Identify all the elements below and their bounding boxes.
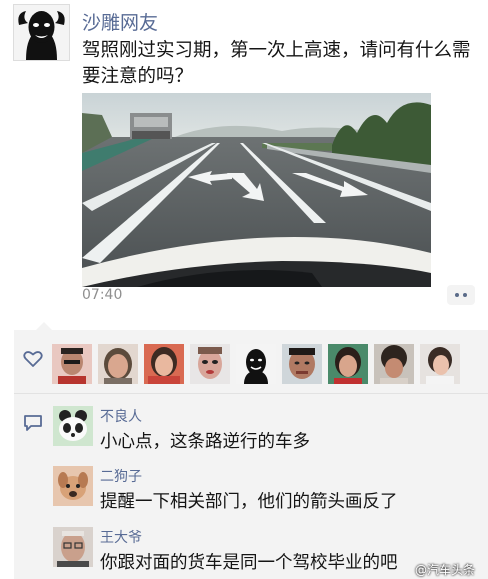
comment-bubble-icon bbox=[24, 415, 42, 431]
post-author-name[interactable]: 沙雕网友 bbox=[82, 8, 158, 35]
more-options-button[interactable] bbox=[447, 285, 475, 305]
dot-icon bbox=[463, 293, 467, 297]
post-time: 07:40 bbox=[82, 287, 123, 303]
liker-avatar[interactable] bbox=[282, 344, 322, 384]
liker-avatar[interactable] bbox=[144, 344, 184, 384]
comment-author[interactable]: 不良人 bbox=[100, 406, 142, 426]
liker-avatar[interactable] bbox=[236, 344, 276, 384]
commenter-avatar[interactable] bbox=[53, 527, 93, 567]
commenter-avatar[interactable] bbox=[53, 406, 93, 446]
liker-avatar-list bbox=[52, 344, 460, 384]
comment-text: 提醒一下相关部门，他们的箭头画反了 bbox=[100, 492, 398, 512]
post-text: 驾照刚过实习期，第一次上高速，请问有什么需要注意的吗？ bbox=[82, 40, 471, 87]
heart-outline-icon bbox=[23, 351, 43, 367]
comment-text: 你跟对面的货车是同一个驾校毕业的吧 bbox=[100, 553, 398, 573]
panel-divider bbox=[14, 393, 488, 394]
watermark: @汽车头条 bbox=[415, 563, 476, 577]
comment-text: 小心点，这条路逆行的车多 bbox=[100, 432, 310, 452]
liker-avatar[interactable] bbox=[190, 344, 230, 384]
liker-avatar[interactable] bbox=[374, 344, 414, 384]
liker-avatar[interactable] bbox=[328, 344, 368, 384]
comment-author[interactable]: 二狗子 bbox=[100, 466, 142, 486]
liker-avatar[interactable] bbox=[98, 344, 138, 384]
comment-author[interactable]: 王大爷 bbox=[100, 527, 142, 547]
post-video[interactable] bbox=[82, 93, 431, 287]
post-author-avatar[interactable] bbox=[13, 4, 70, 61]
liker-avatar[interactable] bbox=[420, 344, 460, 384]
commenter-avatar[interactable] bbox=[53, 466, 93, 506]
dot-icon bbox=[455, 293, 459, 297]
panel-caret bbox=[36, 322, 52, 330]
liker-avatar[interactable] bbox=[52, 344, 92, 384]
